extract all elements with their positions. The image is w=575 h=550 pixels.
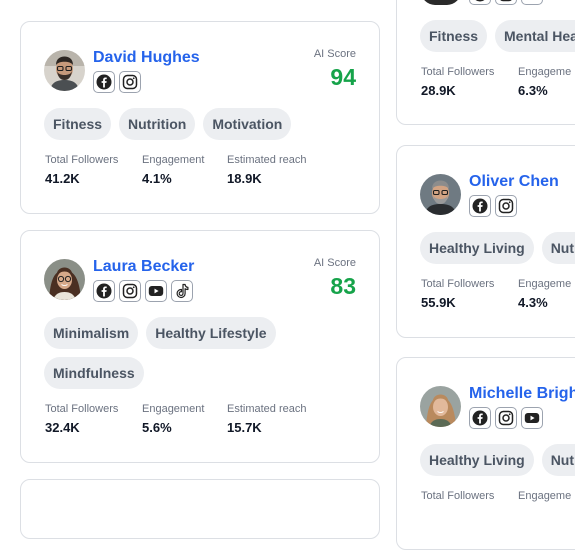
stat-engagement: Engageme 6.3% xyxy=(518,66,571,98)
stat-label: Engageme xyxy=(518,278,572,290)
stat-value: 4.3% xyxy=(518,295,548,310)
instagram-icon[interactable] xyxy=(119,71,141,93)
stat-label: Total Followers xyxy=(421,66,495,78)
stat-value: 18.9K xyxy=(227,171,262,186)
stat-value: 28.9K xyxy=(421,83,456,98)
influencer-name[interactable]: David Hughes xyxy=(93,49,200,67)
tag[interactable]: Fitness xyxy=(420,20,488,52)
stat-label: Total Followers xyxy=(421,278,495,290)
social-links xyxy=(93,280,193,302)
stat-engagement: Engagement 4.1% xyxy=(142,154,204,186)
influencer-name[interactable]: Laura Becker xyxy=(93,258,194,276)
ai-score-label: AI Score xyxy=(313,257,356,269)
stat-label: Estimated reach xyxy=(227,403,307,415)
tag[interactable]: Healthy Living xyxy=(420,232,534,264)
tag[interactable]: Healthy Living xyxy=(420,444,534,476)
stat-label: Engagement xyxy=(142,154,205,166)
influencer-card-partial[interactable] xyxy=(20,479,380,539)
stat-label: Estimated reach xyxy=(227,154,307,166)
tag-list: Minimalism Healthy Lifestyle Mindfulness xyxy=(44,317,294,389)
tag[interactable]: Nutrition xyxy=(119,108,196,140)
influencer-card-michelle-bright[interactable]: Michelle Bright Healthy Living Nutrit To… xyxy=(396,357,575,550)
stat-value: 5.6% xyxy=(142,420,172,435)
ai-score-value: 94 xyxy=(330,64,356,90)
facebook-icon[interactable] xyxy=(469,407,491,429)
ai-score-label: AI Score xyxy=(313,48,356,60)
stat-label: Engageme xyxy=(518,490,572,502)
tag-list: Fitness Mental Heal xyxy=(420,20,575,52)
social-links xyxy=(469,407,543,429)
stat-total-followers: Total Followers 41.2K xyxy=(45,154,118,186)
stat-value: 55.9K xyxy=(421,295,456,310)
influencer-card-laura-becker[interactable]: Laura Becker AI Score 83 Minimalism Heal… xyxy=(20,230,380,463)
stat-total-followers: Total Followers 28.9K xyxy=(421,66,494,98)
instagram-icon[interactable] xyxy=(495,0,517,5)
youtube-icon[interactable] xyxy=(521,0,543,5)
stat-value: 4.1% xyxy=(142,171,172,186)
facebook-icon[interactable] xyxy=(469,0,491,5)
stat-total-followers: Total Followers xyxy=(421,490,494,502)
tag[interactable]: Nutrit xyxy=(541,232,575,264)
influencer-name[interactable]: Oliver Chen xyxy=(469,173,559,191)
stat-value: 15.7K xyxy=(227,420,262,435)
avatar[interactable] xyxy=(421,0,461,5)
tag-list: Healthy Living Nutrit xyxy=(420,444,575,476)
tag[interactable]: Mental Heal xyxy=(495,20,575,52)
facebook-icon[interactable] xyxy=(93,71,115,93)
tag[interactable]: Healthy Lifestyle xyxy=(146,317,276,349)
instagram-icon[interactable] xyxy=(495,195,517,217)
stat-engagement: Engagement 5.6% xyxy=(142,403,204,435)
stat-engagement: Engageme xyxy=(518,490,571,502)
facebook-icon[interactable] xyxy=(469,195,491,217)
stat-label: Total Followers xyxy=(45,154,119,166)
avatar[interactable] xyxy=(44,259,85,300)
social-links xyxy=(93,71,141,93)
stat-value: 32.4K xyxy=(45,420,80,435)
tag-list: Healthy Living Nutrit xyxy=(420,232,575,264)
social-links xyxy=(469,0,543,5)
tag[interactable]: Nutrit xyxy=(541,444,575,476)
influencer-card-partial-top[interactable]: Fitness Mental Heal Total Followers 28.9… xyxy=(396,0,575,125)
tag[interactable]: Minimalism xyxy=(44,317,139,349)
stat-value: 41.2K xyxy=(45,171,80,186)
avatar[interactable] xyxy=(420,174,461,215)
tag[interactable]: Fitness xyxy=(44,108,112,140)
stat-label: Engagement xyxy=(142,403,205,415)
instagram-icon[interactable] xyxy=(119,280,141,302)
tag[interactable]: Mindfulness xyxy=(44,357,144,389)
facebook-icon[interactable] xyxy=(93,280,115,302)
influencer-card-oliver-chen[interactable]: Oliver Chen Healthy Living Nutrit Total … xyxy=(396,145,575,338)
tag-list: Fitness Nutrition Motivation xyxy=(44,108,364,140)
tiktok-icon[interactable] xyxy=(171,280,193,302)
stat-label: Total Followers xyxy=(45,403,119,415)
avatar[interactable] xyxy=(44,50,85,91)
stat-engagement: Engageme 4.3% xyxy=(518,278,571,310)
social-links xyxy=(469,195,517,217)
stat-estimated-reach: Estimated reach 15.7K xyxy=(227,403,306,435)
stat-label: Engageme xyxy=(518,66,572,78)
stat-total-followers: Total Followers 55.9K xyxy=(421,278,494,310)
avatar[interactable] xyxy=(420,386,461,427)
influencer-name[interactable]: Michelle Bright xyxy=(469,385,575,403)
instagram-icon[interactable] xyxy=(495,407,517,429)
youtube-icon[interactable] xyxy=(521,407,543,429)
stat-label: Total Followers xyxy=(421,490,495,502)
stat-estimated-reach: Estimated reach 18.9K xyxy=(227,154,306,186)
youtube-icon[interactable] xyxy=(145,280,167,302)
stat-total-followers: Total Followers 32.4K xyxy=(45,403,118,435)
ai-score-value: 83 xyxy=(330,273,356,299)
tag[interactable]: Motivation xyxy=(203,108,292,140)
stat-value: 6.3% xyxy=(518,83,548,98)
influencer-card-david-hughes[interactable]: David Hughes AI Score 94 Fitness Nutriti… xyxy=(20,21,380,214)
